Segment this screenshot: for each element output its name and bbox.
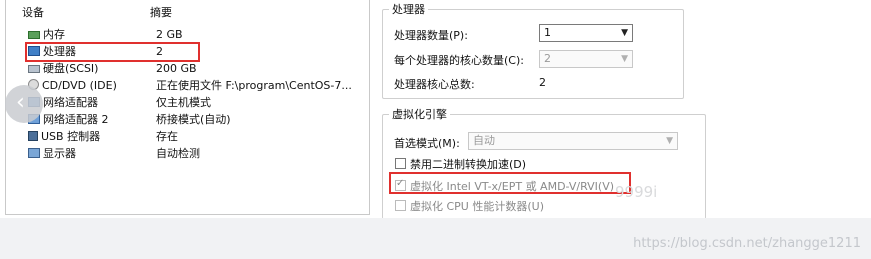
summary-column-header: 摘要: [150, 6, 172, 19]
device-name: 网络适配器 2: [43, 113, 109, 126]
dropdown-arrow-icon: ▼: [666, 136, 673, 146]
watermark-url: https://blog.csdn.net/zhangge1211: [633, 236, 861, 251]
virtualization-group-title: 虚拟化引擎: [389, 106, 450, 122]
processor-count-label: 处理器数量(P):: [394, 29, 468, 42]
device-summary: 2 GB: [156, 28, 183, 41]
device-name: 网络适配器: [43, 96, 98, 109]
total-cores-value: 2: [539, 76, 546, 89]
bottom-bar: https://blog.csdn.net/zhangge1211: [0, 218, 871, 259]
device-summary: 200 GB: [156, 62, 197, 75]
cores-per-processor-value: 2: [544, 52, 551, 65]
processor-count-select[interactable]: 1 ▼: [539, 24, 633, 42]
chevron-left-icon: ‹: [16, 90, 25, 115]
device-summary: 仅主机模式: [156, 96, 211, 109]
processor-count-value: 1: [544, 26, 551, 39]
display-icon: [28, 148, 40, 158]
virtualize-cpu-counters-label: 虚拟化 CPU 性能计数器(U): [410, 200, 544, 213]
processors-group-title: 处理器: [389, 1, 428, 17]
disable-binary-translation-checkbox[interactable]: [395, 158, 406, 169]
device-name: CD/DVD (IDE): [42, 79, 117, 92]
device-summary: 自动检测: [156, 147, 200, 160]
device-list-panel: 设备 摘要 内存 2 GB 处理器 2 硬盘(SCSI) 200 GB CD/D…: [5, 0, 370, 215]
cores-per-processor-label: 每个处理器的核心数量(C):: [394, 54, 524, 67]
device-name: 内存: [43, 28, 65, 41]
previous-nav-button[interactable]: ‹: [5, 85, 43, 123]
device-name: 显示器: [43, 147, 76, 160]
settings-panel: 处理器 处理器数量(P): 1 ▼ 每个处理器的核心数量(C): 2 ▼ 处理器…: [378, 0, 708, 219]
dropdown-arrow-icon: ▼: [621, 54, 628, 64]
hard-disk-icon: [28, 65, 40, 73]
dropdown-arrow-icon: ▼: [621, 28, 628, 38]
device-summary: 存在: [156, 130, 178, 143]
preferred-mode-value: 自动: [473, 134, 495, 147]
total-cores-label: 处理器核心总数:: [394, 78, 475, 91]
device-column-header: 设备: [22, 6, 44, 19]
preferred-mode-select[interactable]: 自动 ▼: [468, 132, 678, 150]
cores-per-processor-select[interactable]: 2 ▼: [539, 50, 633, 68]
vtx-highlight-box: [389, 172, 631, 194]
watermark-overlay-text: 9999i: [615, 183, 658, 201]
memory-icon: [28, 31, 40, 39]
processor-highlight-box: [25, 42, 200, 62]
device-summary: 桥接模式(自动): [156, 113, 231, 126]
virtualize-cpu-counters-checkbox[interactable]: [395, 200, 406, 211]
device-name: USB 控制器: [41, 130, 101, 143]
disable-binary-translation-label: 禁用二进制转换加速(D): [410, 158, 527, 171]
device-name: 硬盘(SCSI): [43, 62, 99, 75]
device-summary: 正在使用文件 F:\program\CentOS-7...: [156, 79, 352, 92]
usb-controller-icon: [28, 131, 38, 141]
preferred-mode-label: 首选模式(M):: [394, 137, 460, 150]
